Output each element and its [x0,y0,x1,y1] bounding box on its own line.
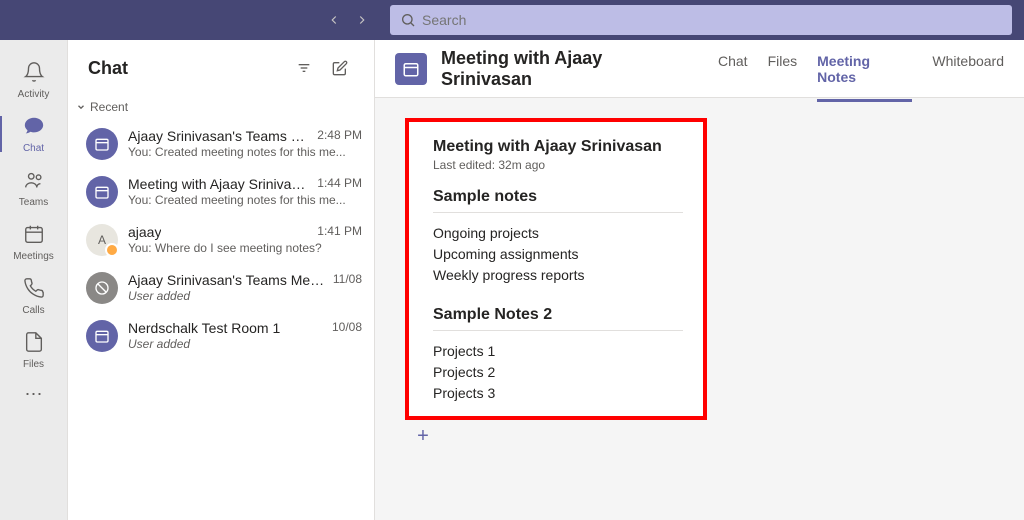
chat-panel: Chat Recent Ajaay Srinivasan's Teams Mee… [68,40,375,520]
phone-icon [23,277,45,303]
chat-item-preview: You: Where do I see meeting notes? [128,241,362,255]
chevron-down-icon [76,102,86,112]
chat-item-title: Ajaay Srinivasan's Teams Mee... [128,128,309,144]
content-title: Meeting with Ajaay Srinivasan [441,48,698,90]
chat-panel-header: Chat [68,40,374,96]
teams-icon [23,169,45,195]
chat-item-time: 10/08 [332,320,362,336]
notes-section-heading: Sample Notes 2 [433,306,683,324]
notes-last-edited: Last edited: 32m ago [433,158,683,172]
chat-item[interactable]: Ajaay Srinivasan's Teams Meeting 11/08 Us… [68,264,374,312]
tab-meeting-notes[interactable]: Meeting Notes [817,36,912,102]
chat-item-preview: You: Created meeting notes for this me..… [128,145,362,159]
meeting-avatar-icon [395,53,427,85]
bell-icon [23,61,45,87]
rail-label: Teams [19,197,48,208]
meeting-avatar-icon [86,176,118,208]
rail-files[interactable]: Files [0,324,68,376]
rail-calls[interactable]: Calls [0,270,68,322]
compose-icon [332,60,348,76]
rail-chat[interactable]: Chat [0,108,68,160]
meeting-avatar-icon [86,272,118,304]
rail-more[interactable]: ⋯ [25,384,43,405]
chat-item-time: 1:41 PM [317,224,362,240]
chat-item-title: ajaay [128,224,161,240]
rail-teams[interactable]: Teams [0,162,68,214]
meeting-avatar-icon [86,128,118,160]
chat-item-title: Ajaay Srinivasan's Teams Meeting [128,272,325,288]
search-box[interactable] [390,5,1012,35]
chat-item-time: 1:44 PM [317,176,362,192]
calendar-icon [23,223,45,249]
meeting-avatar-icon [86,320,118,352]
chat-item-time: 2:48 PM [317,128,362,144]
notes-line: Weekly progress reports [433,265,683,286]
chat-item[interactable]: Meeting with Ajaay Srinivasan 1:44 PM You… [68,168,374,216]
rail-label: Chat [23,143,44,154]
filter-button[interactable] [290,54,318,82]
notes-line: Projects 3 [433,383,683,404]
rail-meetings[interactable]: Meetings [0,216,68,268]
content-tabs: Chat Files Meeting Notes Whiteboard [718,36,1004,102]
chat-item-title: Nerdschalk Test Room 1 [128,320,280,336]
content-area: Meeting with Ajaay Srinivasan Chat Files… [375,40,1024,520]
rail-activity[interactable]: Activity [0,54,68,106]
title-bar [0,0,1024,40]
forward-button[interactable] [350,8,374,32]
filter-icon [296,60,312,76]
search-input[interactable] [422,12,1002,28]
meeting-notes-card[interactable]: Meeting with Ajaay Srinivasan Last edite… [405,118,707,420]
chat-item[interactable]: A ajaay 1:41 PM You: Where do I see meeti… [68,216,374,264]
tab-whiteboard[interactable]: Whiteboard [932,36,1004,102]
rail-label: Activity [18,89,50,100]
chat-item-preview: You: Created meeting notes for this me..… [128,193,362,207]
chat-item[interactable]: Nerdschalk Test Room 1 10/08 User added [68,312,374,360]
section-label-text: Recent [90,100,128,114]
chat-item-preview: User added [128,337,362,351]
more-icon: ⋯ [25,384,43,404]
notes-line: Projects 2 [433,362,683,383]
chat-panel-title: Chat [88,58,282,79]
user-avatar: A [86,224,118,256]
back-button[interactable] [322,8,346,32]
rail-label: Meetings [13,251,54,262]
chat-icon [23,115,45,141]
plus-icon: + [417,425,429,448]
content-body: Meeting with Ajaay Srinivasan Last edite… [375,98,1024,520]
app-rail: Activity Chat Teams Meetings Calls [0,40,68,520]
history-nav [322,8,374,32]
notes-line: Upcoming assignments [433,244,683,265]
tab-files[interactable]: Files [768,36,798,102]
chat-item[interactable]: Ajaay Srinivasan's Teams Mee... 2:48 PM Y… [68,120,374,168]
divider [433,212,683,213]
file-icon [23,331,45,357]
rail-label: Files [23,359,44,370]
rail-label: Calls [22,305,44,316]
notes-line: Ongoing projects [433,223,683,244]
notes-section-heading: Sample notes [433,188,683,206]
chat-item-preview: User added [128,289,362,303]
notes-line: Projects 1 [433,341,683,362]
chat-item-title: Meeting with Ajaay Srinivasan [128,176,309,192]
add-section-button[interactable]: + [411,424,435,448]
divider [433,330,683,331]
content-header: Meeting with Ajaay Srinivasan Chat Files… [375,40,1024,98]
search-icon [400,12,416,28]
new-chat-button[interactable] [326,54,354,82]
notes-title: Meeting with Ajaay Srinivasan [433,138,683,156]
tab-chat[interactable]: Chat [718,36,748,102]
chat-item-time: 11/08 [333,272,362,288]
recent-section-toggle[interactable]: Recent [68,96,374,120]
